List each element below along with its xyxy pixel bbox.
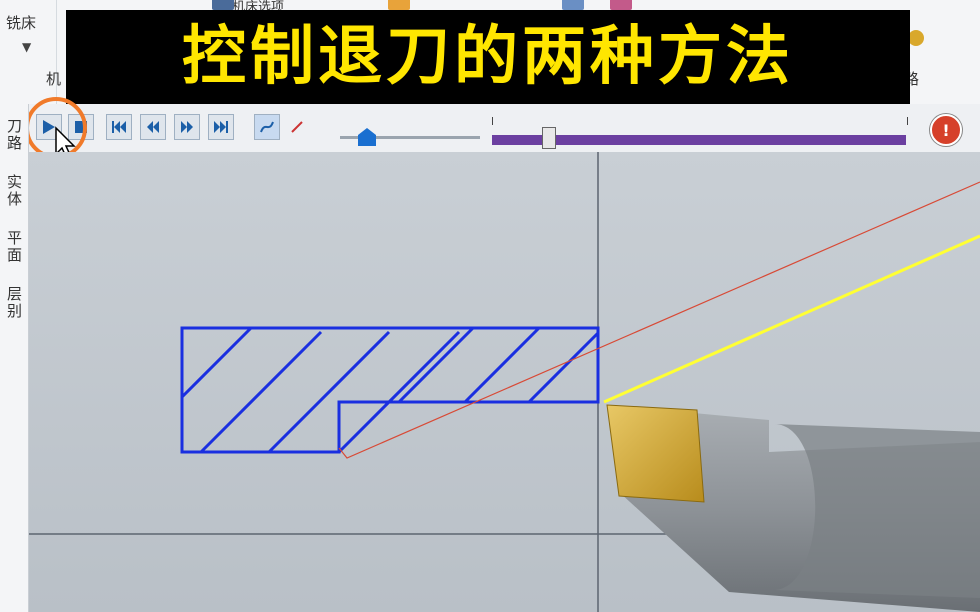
alert-icon: ! [942, 120, 950, 140]
side-panel-tabs: 刀路 实体 平面 层别 [0, 104, 29, 612]
tool-insert [606, 404, 705, 503]
video-title: 控制退刀的两种方法 [182, 20, 794, 94]
step-back-button[interactable] [140, 114, 166, 140]
progress-handle[interactable] [542, 127, 556, 149]
pen-icon [291, 121, 303, 133]
tab-levels[interactable]: 层别 [3, 286, 25, 320]
part-hatching [180, 326, 600, 454]
part-profile [180, 326, 600, 454]
skip-last-icon [214, 121, 228, 133]
ribbon-milling-button[interactable]: 铣床 [6, 12, 36, 33]
skip-last-button[interactable] [208, 114, 234, 140]
skip-first-button[interactable] [106, 114, 132, 140]
ribbon-machine-label: 机 [46, 70, 62, 88]
path-icon [260, 121, 274, 133]
tool-icon[interactable] [562, 0, 584, 10]
paint-icon[interactable] [610, 0, 632, 10]
emergency-stop-button[interactable]: ! [930, 114, 962, 146]
gear-icon[interactable] [908, 30, 924, 46]
edit-icon[interactable] [388, 0, 410, 10]
skip-first-icon [112, 121, 126, 133]
step-forward-icon [181, 121, 193, 133]
tab-planes[interactable]: 平面 [3, 230, 25, 264]
simulation-progress[interactable] [492, 113, 908, 149]
progress-ruler [492, 117, 908, 125]
show-path-toggle[interactable] [254, 114, 280, 140]
tab-solids[interactable]: 实体 [3, 174, 25, 208]
video-title-banner: 控制退刀的两种方法 [66, 10, 910, 104]
rapid-path [603, 234, 980, 404]
viewport-scene [29, 152, 980, 612]
step-back-icon [147, 121, 159, 133]
speed-slider-thumb[interactable] [357, 127, 377, 147]
graphics-viewport[interactable] [29, 152, 980, 612]
show-tool-toggle[interactable] [284, 114, 310, 140]
machine-icon[interactable] [212, 0, 234, 10]
chevron-down-icon[interactable]: ▼ [22, 40, 31, 54]
tab-toolpaths[interactable]: 刀路 [3, 118, 25, 152]
step-forward-button[interactable] [174, 114, 200, 140]
